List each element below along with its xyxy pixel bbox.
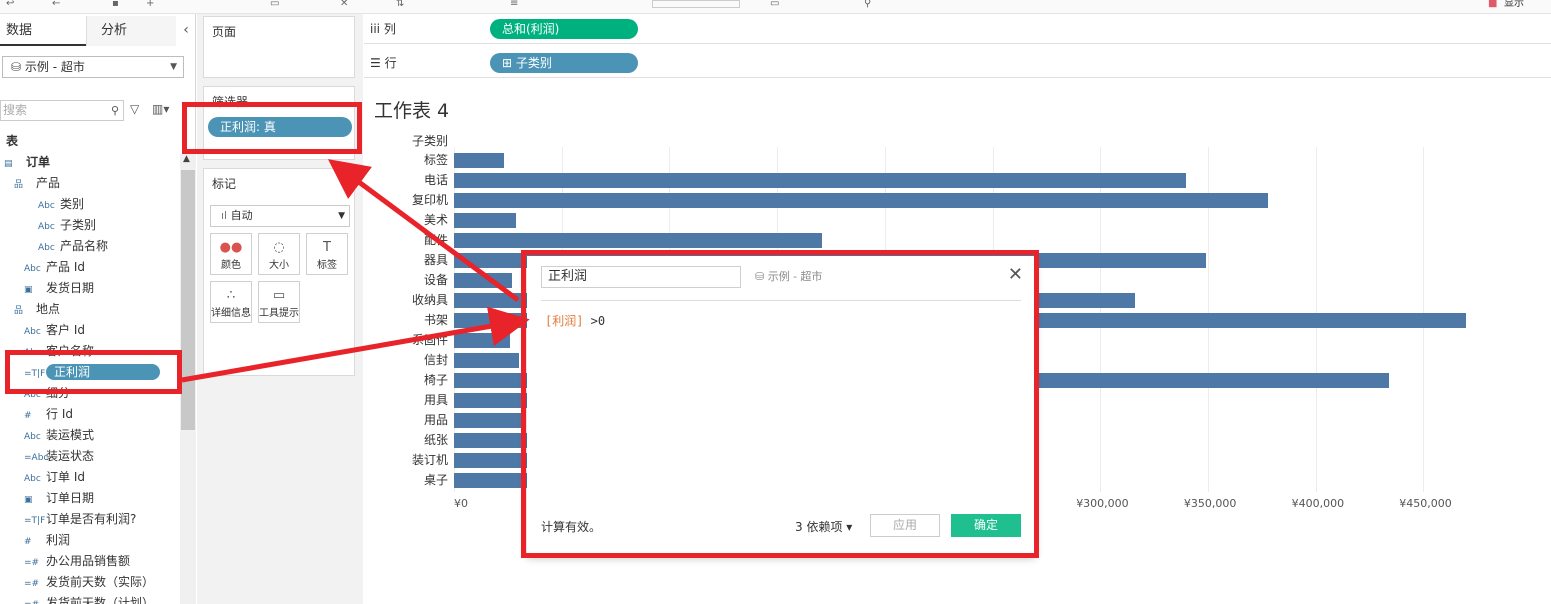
category-label: 书架 (423, 313, 448, 327)
category-label: 装订机 (411, 453, 448, 467)
bar[interactable] (454, 173, 1187, 188)
bar[interactable] (454, 193, 1269, 208)
category-label: 复印机 (411, 193, 448, 207)
category-label: 设备 (423, 273, 448, 287)
bar[interactable] (454, 233, 823, 248)
formula-rest: >0 (583, 314, 606, 328)
calculation-dialog: 正利润 ⛁ 示例 - 超市 ✕ [利润] >0 计算有效。 3 依赖项 ▾ 应用… (527, 256, 1035, 556)
bar[interactable] (454, 333, 510, 348)
bar[interactable] (454, 413, 526, 428)
category-label: 桌子 (423, 473, 448, 487)
category-label: 配件 (423, 233, 448, 247)
category-label: 纸张 (423, 433, 448, 447)
x-tick-label: ¥400,000 (1291, 497, 1345, 510)
category-label: 椅子 (423, 373, 448, 387)
x-tick-label: ¥0 (454, 497, 468, 510)
category-label: 电话 (423, 173, 448, 187)
dialog-datasource: ⛁ 示例 - 超市 (755, 268, 822, 284)
formula-editor[interactable]: [利润] >0 (545, 312, 605, 329)
ok-button[interactable]: 确定 (951, 514, 1021, 537)
category-label: 美术 (423, 213, 448, 227)
bar[interactable] (454, 393, 530, 408)
bar[interactable] (454, 213, 517, 228)
x-tick-label: ¥300,000 (1076, 497, 1129, 510)
category-label: 系固件 (411, 333, 448, 347)
close-icon[interactable]: ✕ (1008, 264, 1023, 285)
bar[interactable] (454, 153, 504, 168)
calc-name-input[interactable]: 正利润 (541, 266, 741, 288)
category-label: 收纳具 (411, 293, 448, 307)
category-label: 用具 (423, 393, 448, 407)
divider (541, 300, 1021, 301)
bar[interactable] (454, 353, 519, 368)
dialog-datasource-name: 示例 - 超市 (767, 270, 823, 283)
dependencies-button[interactable]: 3 依赖项 ▾ (795, 518, 852, 535)
x-tick-label: ¥350,000 (1183, 497, 1237, 510)
apply-button[interactable]: 应用 (870, 514, 940, 537)
category-label: 信封 (423, 353, 448, 367)
database-icon: ⛁ (755, 270, 768, 283)
category-label: 器具 (423, 253, 448, 267)
x-tick-label: ¥450,000 (1399, 497, 1452, 510)
calc-status: 计算有效。 (541, 520, 602, 534)
bar[interactable] (454, 273, 513, 288)
formula-field: [利润] (545, 314, 584, 328)
category-label: 标签 (423, 153, 448, 167)
category-label: 用品 (423, 413, 448, 427)
